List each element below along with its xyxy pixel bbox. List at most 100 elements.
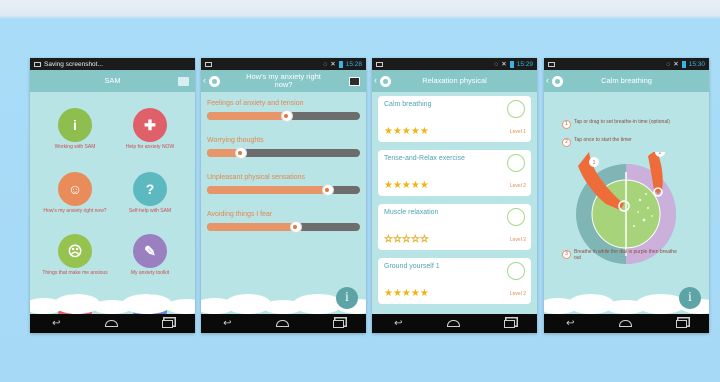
exercise-title: Muscle relaxation: [384, 209, 439, 216]
sam-logo-icon: [552, 75, 563, 87]
menu-tile-label: Self-help with SAM: [128, 208, 172, 214]
android-nav-bar: ↩: [201, 314, 366, 333]
level-label: Level 1: [509, 129, 526, 135]
clock: 15:30: [688, 60, 705, 68]
back-icon[interactable]: ↩: [223, 318, 231, 329]
app-bar: ‹ Relaxation physical: [372, 70, 537, 92]
clock: 15:28: [345, 60, 362, 68]
status-bar: ◌ ✕ 15:28: [201, 58, 366, 70]
hint-2: 2 Tap once to start the timer: [562, 137, 697, 147]
rating-slider: Avoiding things I fear: [207, 211, 360, 233]
slider-track[interactable]: [207, 147, 360, 159]
battery-icon: [338, 60, 343, 68]
exercise-card[interactable]: Ground yourself 1 ★★★★★ Level 2: [378, 258, 531, 304]
menu-tile[interactable]: ☺ How's my anxiety right now?: [40, 172, 110, 215]
exercise-card[interactable]: Calm breathing ★★★★★ Level 1: [378, 96, 531, 142]
exercise-card[interactable]: Tense-and-Relax exercise ★★★★★ Level 2: [378, 150, 531, 196]
menu-tile[interactable]: ✚ Help for anxiety NOW: [115, 108, 185, 151]
star-rating: ★★★★★: [384, 180, 429, 191]
slider-track[interactable]: [207, 110, 360, 122]
wrench-icon: ✎: [133, 234, 167, 268]
recent-apps-icon[interactable]: [675, 319, 687, 328]
mute-icon: ✕: [501, 61, 507, 68]
sam-logo-icon: [380, 75, 391, 87]
level-badge-icon: [507, 262, 525, 280]
screen-title: How's my anxiety right now?: [246, 72, 321, 89]
slider-fill: [207, 223, 296, 231]
level-label: Level 2: [509, 237, 526, 243]
screen-title: Relaxation physical: [422, 76, 487, 86]
slider-track[interactable]: [207, 184, 360, 196]
home-icon[interactable]: [104, 320, 118, 327]
slider-label: Feelings of anxiety and tension: [207, 100, 304, 107]
menu-tile[interactable]: ? Self-help with SAM: [115, 172, 185, 215]
rating-slider: Unpleasant physical sensations: [207, 174, 360, 196]
app-bar: SAM: [30, 70, 195, 92]
home-icon[interactable]: [618, 320, 632, 327]
battery-icon: [509, 60, 514, 68]
lifebuoy-icon: ✚: [133, 108, 167, 142]
status-bar: ◌ ✕ 15:29: [372, 58, 537, 70]
menu-tile-label: My anxiety toolkit: [130, 270, 170, 276]
screenshot-icon: [205, 61, 212, 67]
battery-icon: [681, 60, 686, 68]
menu-tile[interactable]: ✎ My anxiety toolkit: [115, 234, 185, 277]
info-button[interactable]: i: [679, 287, 701, 309]
level-label: Level 2: [509, 291, 526, 297]
level-badge-icon: [507, 154, 525, 172]
menu-tile[interactable]: i Working with SAM: [40, 108, 110, 151]
star-rating: ★★★★★: [384, 288, 429, 299]
recent-apps-icon[interactable]: [503, 319, 515, 328]
level-label: Level 2: [509, 183, 526, 189]
exercise-title: Tense-and-Relax exercise: [384, 155, 465, 162]
back-chevron-icon[interactable]: ‹: [374, 75, 377, 85]
back-icon[interactable]: ↩: [52, 318, 60, 329]
back-chevron-icon[interactable]: ‹: [546, 75, 549, 85]
mute-icon: ✕: [673, 61, 679, 68]
signal-icon: ◌: [323, 60, 328, 68]
slider-knob[interactable]: [234, 147, 247, 159]
level-badge-icon: [507, 100, 525, 118]
svg-text:2: 2: [659, 152, 662, 156]
info-button[interactable]: i: [336, 287, 358, 309]
magnifier-icon: ?: [133, 172, 167, 206]
menu-tile-label: Working with SAM: [54, 144, 96, 150]
phone-calm-breathing: ◌ ✕ 15:30 ‹ Calm breathing 1 Tap or drag to…: [544, 58, 709, 333]
slider-knob[interactable]: [280, 110, 293, 122]
back-chevron-icon[interactable]: ‹: [203, 75, 206, 85]
exercise-title: Calm breathing: [384, 101, 432, 108]
menu-tile[interactable]: ☹ Things that make me anxious: [40, 234, 110, 277]
recent-apps-icon[interactable]: [161, 319, 173, 328]
screenshot-icon: [548, 61, 555, 67]
android-nav-bar: ↩: [372, 314, 537, 333]
clock: 15:29: [516, 60, 533, 68]
app-bar: ‹ Calm breathing: [544, 70, 709, 92]
signal-icon: ◌: [666, 60, 671, 68]
screenshot-icon: [376, 61, 383, 67]
slider-fill: [207, 186, 328, 194]
home-icon[interactable]: [446, 320, 460, 327]
home-icon[interactable]: [275, 320, 289, 327]
rating-slider: Feelings of anxiety and tension: [207, 100, 360, 122]
app-title: SAM: [104, 76, 121, 86]
star-rating: ★★★★★: [384, 126, 429, 137]
menu-tile-label: How's my anxiety right now?: [43, 208, 107, 214]
slider-fill: [207, 112, 287, 120]
phone-relaxation: ◌ ✕ 15:29 ‹ Relaxation physical Calm breat…: [372, 58, 537, 333]
slider-label: Worrying thoughts: [207, 137, 264, 144]
breathing-dial[interactable]: 1 2: [544, 152, 709, 282]
back-icon[interactable]: ↩: [566, 318, 574, 329]
slider-track[interactable]: [207, 221, 360, 233]
slider-label: Unpleasant physical sensations: [207, 174, 306, 181]
rating-slider: Worrying thoughts: [207, 137, 360, 159]
menu-tile-label: Things that make me anxious: [42, 270, 108, 276]
keyboard-icon[interactable]: [178, 76, 189, 86]
back-icon[interactable]: ↩: [394, 318, 402, 329]
slider-knob[interactable]: [321, 184, 334, 196]
recent-apps-icon[interactable]: [332, 319, 344, 328]
slider-knob[interactable]: [289, 221, 302, 233]
status-bar: ◌ ✕ 15:30: [544, 58, 709, 70]
exercise-card[interactable]: Muscle relaxation ☆☆☆☆☆ Level 2: [378, 204, 531, 250]
status-text: Saving screenshot...: [44, 60, 103, 68]
save-icon[interactable]: [349, 76, 360, 86]
